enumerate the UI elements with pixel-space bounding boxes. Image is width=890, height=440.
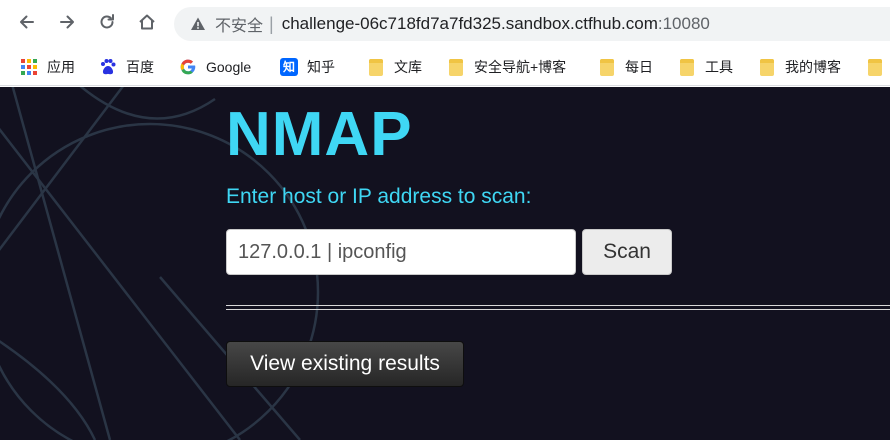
home-icon [137, 12, 157, 37]
bookmark-baidu[interactable]: 百度 [99, 55, 154, 79]
baidu-paw-icon [99, 58, 117, 76]
bookmark-apps[interactable]: 应用 [20, 55, 75, 79]
scan-button[interactable]: Scan [582, 229, 672, 275]
bookmark-folder-overflow[interactable] [866, 55, 890, 79]
url-host: challenge-06c718fd7a7fd325.sandbox.ctfhu… [281, 14, 658, 33]
bookmark-label: 安全导航+博客 [474, 59, 567, 75]
bookmark-label: 每日 [625, 59, 653, 75]
bookmark-label: 文库 [394, 59, 422, 75]
bookmark-folder-daily[interactable]: 每日 [598, 55, 653, 79]
url-port: :10080 [657, 14, 710, 33]
folder-icon [447, 58, 465, 76]
bookmark-folder-my-blog[interactable]: 我的博客 [758, 55, 841, 79]
bookmark-label: 应用 [47, 59, 75, 75]
forward-button[interactable] [52, 9, 82, 39]
warning-triangle-icon[interactable] [190, 16, 206, 32]
bookmark-label: 百度 [126, 59, 154, 75]
arrow-left-icon [17, 12, 37, 37]
host-input[interactable] [226, 229, 576, 275]
bookmark-folder-tools[interactable]: 工具 [678, 55, 733, 79]
folder-icon [758, 58, 776, 76]
apps-grid-icon [20, 58, 38, 76]
security-label[interactable]: 不安全 [215, 12, 263, 36]
bookmark-zhihu[interactable]: 知 知乎 [280, 55, 335, 79]
bookmark-label: 我的博客 [785, 59, 841, 75]
home-button[interactable] [132, 9, 162, 39]
bookmark-label: 工具 [705, 59, 733, 75]
page-title: NMAP [226, 100, 413, 169]
bookmark-label: Google [206, 59, 252, 75]
divider [226, 305, 890, 310]
arrow-right-icon [57, 12, 77, 37]
folder-icon [678, 58, 696, 76]
bookmark-google[interactable]: Google [179, 55, 251, 79]
back-button[interactable] [12, 9, 42, 39]
reload-button[interactable] [92, 9, 122, 39]
bookmarks-bar: 应用 百度 Google 知 知乎 文库 安全导航+博客 每日 工具 我的博客 [0, 48, 890, 86]
zhihu-icon-glyph: 知 [282, 60, 295, 74]
folder-icon [598, 58, 616, 76]
address-bar[interactable]: 不安全 | challenge-06c718fd7a7fd325.sandbox… [174, 7, 890, 41]
google-g-icon [179, 58, 197, 76]
bookmark-label: 知乎 [307, 59, 335, 75]
view-results-button[interactable]: View existing results [226, 341, 464, 387]
folder-icon [367, 58, 385, 76]
bookmark-folder-security-nav[interactable]: 安全导航+博客 [447, 55, 566, 79]
scan-prompt-label: Enter host or IP address to scan: [226, 185, 532, 208]
page-content: NMAP Enter host or IP address to scan: S… [0, 87, 890, 440]
browser-toolbar: 不安全 | challenge-06c718fd7a7fd325.sandbox… [0, 0, 890, 48]
zhihu-icon: 知 [280, 58, 298, 76]
folder-icon [866, 58, 884, 76]
omnibox-separator: | [269, 13, 274, 34]
reload-icon [97, 12, 117, 37]
bookmark-folder-wenku[interactable]: 文库 [367, 55, 422, 79]
